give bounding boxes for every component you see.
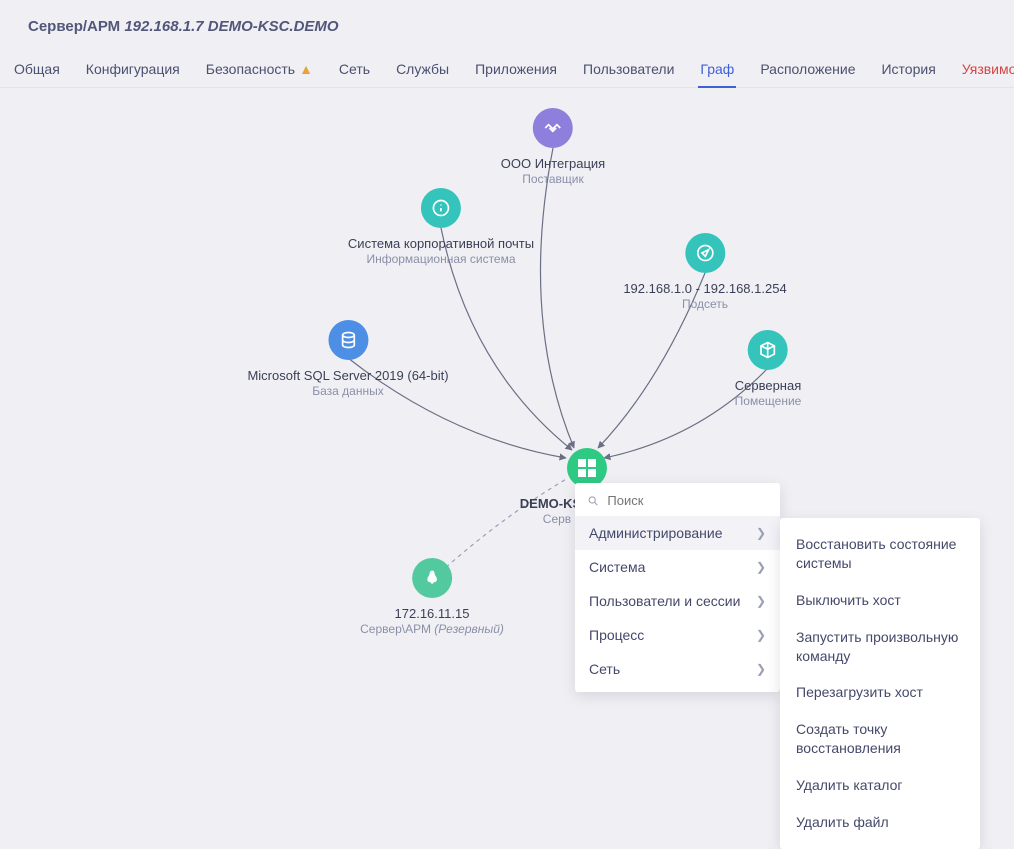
node-subtitle: База данных [247, 384, 448, 398]
submenu-create-restore-point[interactable]: Создать точку восстановления [780, 711, 980, 767]
node-label: 172.16.11.15 [360, 606, 504, 621]
handshake-icon [533, 108, 573, 148]
node-label: 192.168.1.0 - 192.168.1.254 [623, 281, 786, 296]
search-icon [587, 494, 599, 508]
page-header: Сервер/АРМ 192.168.1.7 DEMO-KSC.DEMO [0, 0, 1014, 45]
tab-users[interactable]: Пользователи [581, 55, 676, 87]
title-ip: 192.168.1.7 [124, 18, 203, 35]
tab-bar: Общая Конфигурация Безопасность▲ Сеть Сл… [0, 45, 1014, 88]
node-mail-system[interactable]: Система корпоративной почты Информационн… [348, 188, 534, 266]
node-backup-host[interactable]: 172.16.11.15 Сервер\АРМ (Резервный) [360, 558, 504, 636]
submenu-shutdown-host[interactable]: Выключить хост [780, 582, 980, 619]
network-icon [685, 233, 725, 273]
menu-item-label: Администрирование [589, 525, 723, 541]
node-subtitle: Помещение [735, 394, 802, 408]
windows-icon [567, 448, 607, 488]
database-icon [328, 320, 368, 360]
menu-item-process[interactable]: Процесс ❯ [575, 618, 780, 652]
tab-location[interactable]: Расположение [758, 55, 857, 87]
chevron-right-icon: ❯ [756, 526, 766, 540]
context-menu: Администрирование ❯ Система ❯ Пользовате… [575, 483, 780, 692]
menu-search-input[interactable] [607, 493, 768, 508]
menu-item-label: Система [589, 559, 645, 575]
tab-security[interactable]: Безопасность▲ [204, 55, 315, 87]
menu-search-row [575, 489, 780, 516]
menu-item-administration[interactable]: Администрирование ❯ [575, 516, 780, 550]
tab-network[interactable]: Сеть [337, 55, 372, 87]
title-type: Сервер/АРМ [28, 18, 120, 35]
warning-icon: ▲ [299, 61, 313, 77]
tab-graph[interactable]: Граф [698, 55, 736, 87]
node-server-room[interactable]: Серверная Помещение [735, 330, 802, 408]
node-label: Microsoft SQL Server 2019 (64-bit) [247, 368, 448, 383]
info-system-icon [421, 188, 461, 228]
submenu-restore-system[interactable]: Восстановить состояние системы [780, 526, 980, 582]
submenu-delete-file[interactable]: Удалить файл [780, 804, 980, 841]
node-subnet[interactable]: 192.168.1.0 - 192.168.1.254 Подсеть [623, 233, 786, 311]
tab-services[interactable]: Службы [394, 55, 451, 87]
chevron-right-icon: ❯ [756, 594, 766, 608]
submenu-delete-directory[interactable]: Удалить каталог [780, 767, 980, 804]
menu-item-label: Сеть [589, 661, 620, 677]
context-submenu: Восстановить состояние системы Выключить… [780, 518, 980, 849]
chevron-right-icon: ❯ [756, 662, 766, 676]
cube-icon [748, 330, 788, 370]
node-label: Серверная [735, 378, 802, 393]
node-subtitle: Поставщик [501, 172, 605, 186]
node-subtitle: Подсеть [623, 297, 786, 311]
submenu-reboot-host[interactable]: Перезагрузить хост [780, 674, 980, 711]
menu-item-system[interactable]: Система ❯ [575, 550, 780, 584]
tab-configuration[interactable]: Конфигурация [84, 55, 182, 87]
node-label: ООО Интеграция [501, 156, 605, 171]
tab-vulnerabilities[interactable]: Уязвимости [960, 55, 1014, 87]
tab-general[interactable]: Общая [12, 55, 62, 87]
menu-item-network[interactable]: Сеть ❯ [575, 652, 780, 686]
title-host: DEMO-KSC.DEMO [208, 18, 339, 35]
chevron-right-icon: ❯ [756, 628, 766, 642]
menu-item-users-sessions[interactable]: Пользователи и сессии ❯ [575, 584, 780, 618]
node-subtitle: Сервер\АРМ (Резервный) [360, 622, 504, 636]
linux-icon [412, 558, 452, 598]
graph-canvas[interactable]: ООО Интеграция Поставщик Система корпора… [0, 88, 1014, 788]
tab-applications[interactable]: Приложения [473, 55, 559, 87]
node-sql-server[interactable]: Microsoft SQL Server 2019 (64-bit) База … [247, 320, 448, 398]
tab-history[interactable]: История [879, 55, 937, 87]
node-label: Система корпоративной почты [348, 236, 534, 251]
menu-item-label: Пользователи и сессии [589, 593, 740, 609]
menu-item-label: Процесс [589, 627, 644, 643]
page-title: Сервер/АРМ 192.168.1.7 DEMO-KSC.DEMO [28, 18, 986, 35]
node-organization[interactable]: ООО Интеграция Поставщик [501, 108, 605, 186]
chevron-right-icon: ❯ [756, 560, 766, 574]
submenu-run-command[interactable]: Запустить произвольную команду [780, 619, 980, 675]
node-subtitle: Информационная система [348, 252, 534, 266]
